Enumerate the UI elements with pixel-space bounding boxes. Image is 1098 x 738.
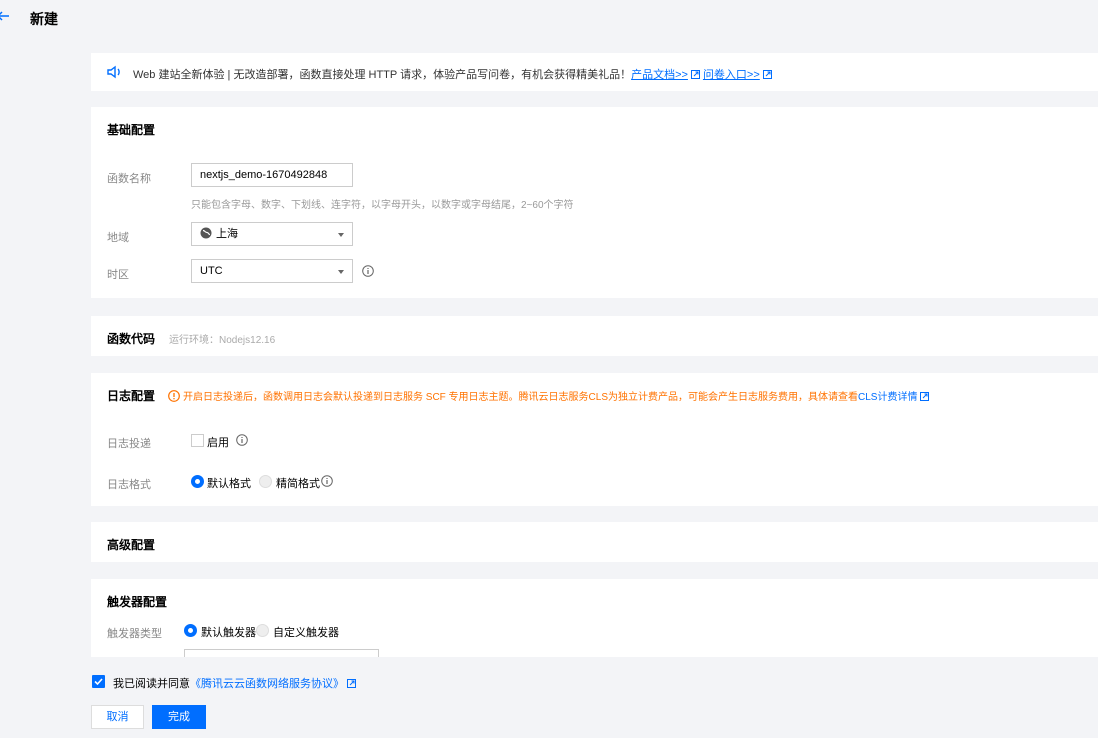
external-link-icon — [762, 70, 772, 79]
format-simple-radio[interactable] — [259, 475, 272, 488]
region-label: 地域 — [107, 232, 129, 244]
notice-banner: Web 建站全新体验 | 无改造部署，函数直接处理 HTTP 请求，体验产品写问… — [91, 53, 1098, 91]
survey-link[interactable]: 问卷入口>> — [703, 69, 760, 81]
info-icon[interactable] — [236, 434, 248, 446]
region-select[interactable]: 上海 — [191, 222, 353, 246]
log-delivery-checkbox[interactable] — [191, 434, 204, 447]
notice-text: Web 建站全新体验 | 无改造部署，函数直接处理 HTTP 请求，体验产品写问… — [133, 66, 775, 82]
external-link-icon — [920, 392, 930, 401]
timezone-label: 时区 — [107, 269, 129, 281]
agreement-label: 我已阅读并同意 — [113, 678, 190, 690]
function-name-hint: 只能包含字母、数字、下划线、连字符，以字母开头，以数字或字母结尾，2~60个字符 — [191, 200, 574, 211]
section-title-code: 函数代码 — [107, 332, 156, 346]
format-simple-label: 精简格式 — [276, 478, 320, 490]
runtime-text: 运行环境：Nodejs12.16 — [169, 335, 276, 346]
globe-icon — [200, 227, 212, 239]
log-format-label: 日志格式 — [107, 479, 151, 491]
complete-button[interactable]: 完成 — [152, 705, 206, 729]
format-default-radio[interactable] — [191, 475, 204, 488]
external-link-icon — [690, 70, 700, 79]
cls-pricing-link[interactable]: CLS计费详情 — [858, 392, 917, 403]
cancel-button[interactable]: 取消 — [91, 705, 144, 729]
trigger-type-label: 触发器类型 — [107, 628, 162, 640]
back-arrow-icon[interactable] — [0, 9, 10, 23]
log-delivery-label: 日志投递 — [107, 438, 151, 450]
section-title-basic: 基础配置 — [107, 123, 156, 137]
log-warning-text: 开启日志投递后，函数调用日志会默认投递到日志服务 SCF 专用日志主题。腾讯云日… — [183, 392, 859, 403]
chevron-down-icon — [338, 233, 344, 237]
format-default-label: 默认格式 — [207, 478, 251, 490]
docs-link[interactable]: 产品文档>> — [631, 69, 688, 81]
section-title-log: 日志配置 — [107, 389, 156, 403]
agree-checkbox[interactable] — [92, 675, 105, 688]
section-title-advanced: 高级配置 — [107, 538, 156, 552]
basic-config-section: 基础配置 函数名称 nextjs_demo-1670492848 只能包含字母、… — [91, 107, 1098, 298]
page-title: 新建 — [30, 11, 58, 27]
trigger-default-radio[interactable] — [184, 624, 197, 637]
function-name-label: 函数名称 — [107, 173, 151, 185]
region-value: 上海 — [216, 228, 238, 240]
chevron-down-icon — [338, 270, 344, 274]
agreement-link[interactable]: 《腾讯云云函数网络服务协议》 — [190, 678, 344, 690]
top-bar: 新建 — [0, 0, 1098, 36]
info-icon[interactable] — [362, 265, 374, 277]
trigger-input-partial[interactable] — [184, 649, 379, 657]
trigger-custom-radio[interactable] — [256, 624, 269, 637]
trigger-default-label: 默认触发器 — [201, 627, 256, 639]
function-name-input[interactable]: nextjs_demo-1670492848 — [191, 163, 353, 187]
speaker-icon — [107, 65, 120, 79]
log-config-section: 日志配置 开启日志投递后，函数调用日志会默认投递到日志服务 SCF 专用日志主题… — [91, 373, 1098, 506]
warning-icon — [168, 390, 180, 402]
external-link-icon — [347, 679, 356, 688]
function-code-section[interactable]: 函数代码 运行环境：Nodejs12.16 — [91, 316, 1098, 356]
agreement-text: 我已阅读并同意《腾讯云云函数网络服务协议》 — [113, 675, 359, 691]
log-delivery-option: 启用 — [207, 437, 229, 449]
section-title-trigger: 触发器配置 — [107, 595, 168, 609]
trigger-custom-label: 自定义触发器 — [273, 627, 339, 639]
timezone-value: UTC — [200, 265, 223, 277]
check-icon — [94, 678, 103, 686]
timezone-select[interactable]: UTC — [191, 259, 353, 283]
info-icon[interactable] — [321, 475, 333, 487]
log-warning: 开启日志投递后，函数调用日志会默认投递到日志服务 SCF 专用日志主题。腾讯云日… — [168, 388, 932, 403]
notice-message: Web 建站全新体验 | 无改造部署，函数直接处理 HTTP 请求，体验产品写问… — [133, 69, 632, 81]
advanced-config-section[interactable]: 高级配置 — [91, 522, 1098, 562]
trigger-config-section: 触发器配置 触发器类型 默认触发器 自定义触发器 — [91, 579, 1098, 657]
